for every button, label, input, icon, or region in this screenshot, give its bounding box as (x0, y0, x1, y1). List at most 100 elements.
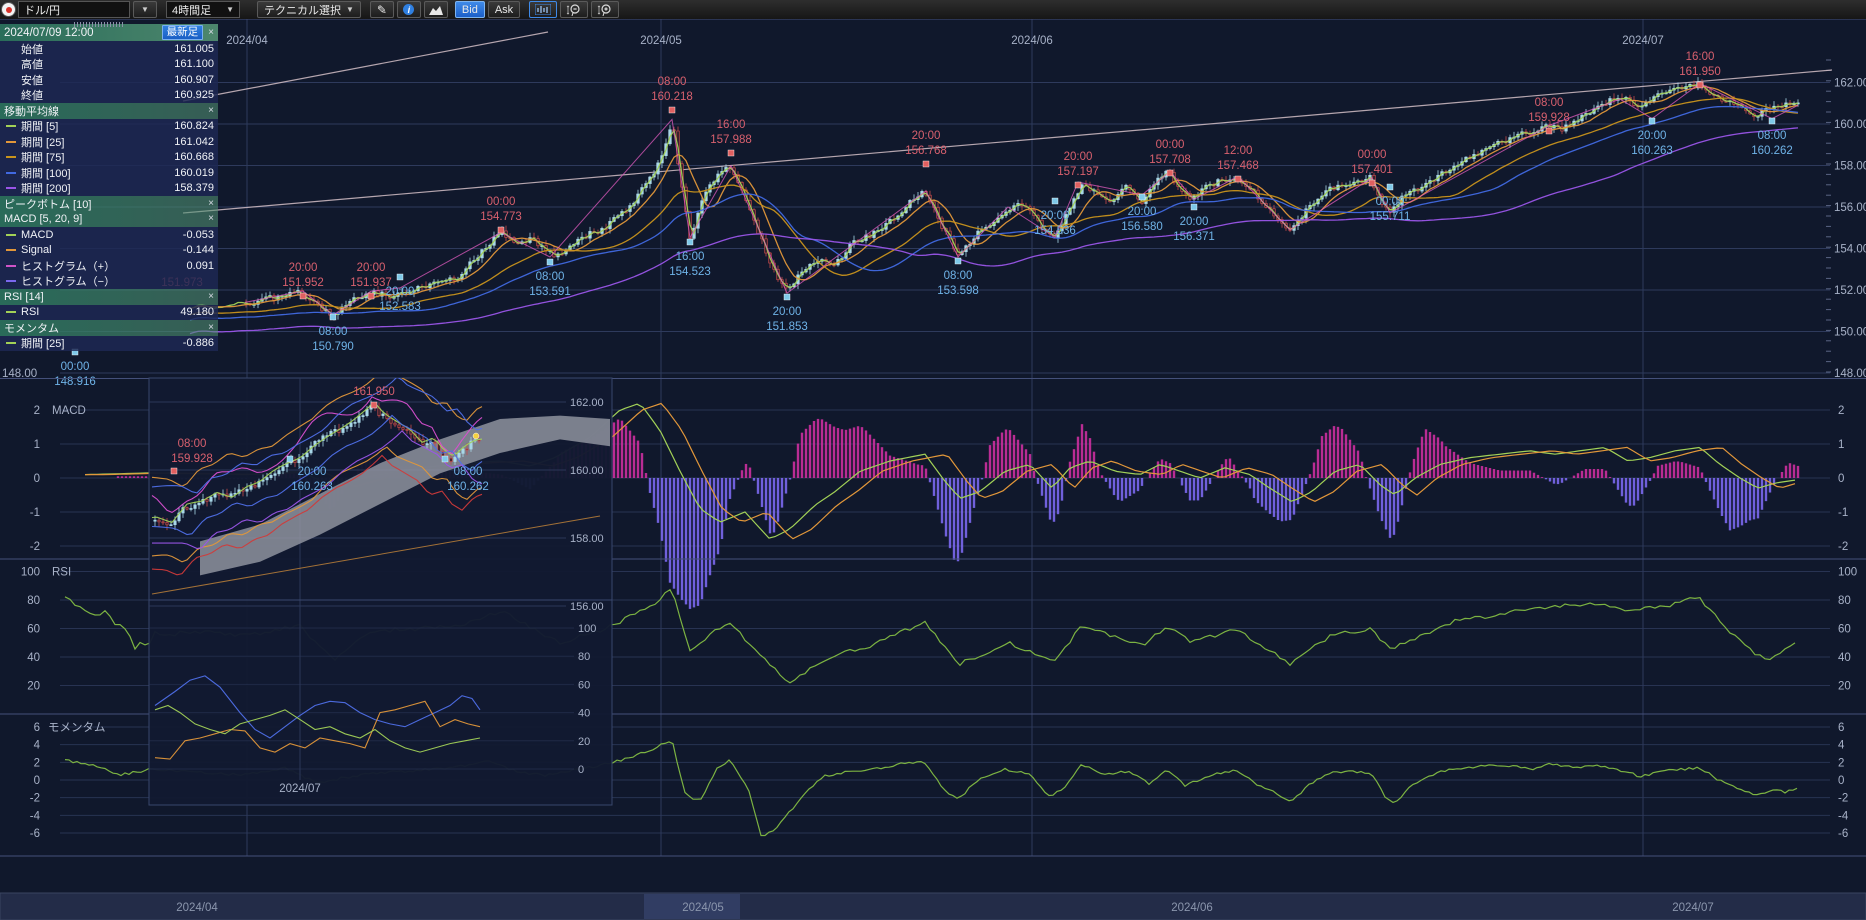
month-axis-label: 2024/07 (1622, 35, 1664, 47)
annotation-time: 20:00 (1128, 206, 1157, 218)
annotation-price: 157.197 (1057, 166, 1099, 178)
close-icon[interactable]: × (208, 323, 214, 333)
indicator-axis-label: 4 (34, 740, 41, 752)
zoom-in-button[interactable] (591, 1, 619, 18)
section-label: 移動平均線 (4, 103, 203, 119)
row-label: 始値 (21, 41, 174, 57)
series-color-icon (6, 249, 16, 251)
annotation-time: 08:00 (658, 76, 687, 88)
currency-pair-caret-button[interactable]: ▼ (133, 1, 157, 18)
indicator-axis-label: -1 (1838, 507, 1848, 519)
indicator-info-panel: 2024/07/09 12:00最新足×始値161.005高値161.100安値… (0, 24, 218, 351)
indicator-axis-label: 0 (1838, 473, 1844, 485)
annotation-price: 159.928 (1528, 112, 1570, 124)
indicator-axis-label: 20 (1838, 681, 1851, 693)
indicator-value-row: 期間 [5]160.824 (0, 119, 218, 135)
close-icon[interactable]: × (208, 199, 214, 209)
annotation-time: 20:00 (1064, 151, 1093, 163)
fit-chart-button[interactable] (529, 1, 557, 18)
series-color-icon (6, 311, 16, 313)
row-label: MACD (21, 229, 183, 241)
ask-button[interactable]: Ask (488, 1, 520, 18)
annotation-price: 160.218 (651, 91, 693, 103)
indicator-axis-label: -1 (30, 507, 40, 519)
bid-button[interactable]: Bid (455, 1, 485, 18)
candle-datetime: 2024/07/09 12:00 (4, 27, 158, 39)
row-label: ヒストグラム（+） (21, 258, 186, 274)
indicator-value-row: MACD-0.053 (0, 227, 218, 243)
chevron-down-icon: ▼ (226, 5, 234, 14)
ask-label: Ask (495, 4, 513, 16)
currency-pair-select[interactable]: ドル/円 (18, 1, 130, 18)
inset-chart-window[interactable]: 162.00160.00158.00156.001008060402002024… (149, 367, 612, 805)
annotation-price: 154.523 (669, 266, 711, 278)
technical-select-button[interactable]: テクニカル選択 ▼ (257, 1, 361, 18)
series-color-icon (6, 156, 16, 158)
swing-marker (923, 161, 929, 167)
row-label: 期間 [25] (21, 335, 183, 351)
swing-marker (728, 150, 734, 156)
indicator-value-row: Signal-0.144 (0, 243, 218, 259)
row-value: 0.091 (186, 260, 214, 272)
price-axis-label: 154.00 (1834, 244, 1866, 256)
inset-price-label: 156.00 (570, 601, 604, 613)
annotation-time: 08:00 (178, 438, 207, 450)
swing-marker (1649, 118, 1655, 124)
indicator-axis-label: -2 (1838, 793, 1848, 805)
swing-marker (368, 293, 374, 299)
close-icon[interactable]: × (208, 28, 214, 38)
annotation-price: 152.583 (379, 301, 421, 313)
timeframe-select[interactable]: 4時間足 ▼ (166, 1, 240, 18)
bottom-month-label: 2024/05 (682, 902, 724, 914)
chart-style-button[interactable] (424, 1, 448, 18)
annotation-price: 154.536 (1034, 225, 1076, 237)
series-color-icon (6, 342, 16, 344)
info-icon: i (403, 4, 414, 15)
panel-drag-handle[interactable] (74, 22, 124, 27)
swing-marker (1052, 198, 1058, 204)
annotation-price: 151.952 (282, 277, 324, 289)
indicator-axis-label: 2 (1838, 405, 1844, 417)
indicator-value-row: 期間 [75]160.668 (0, 150, 218, 166)
close-icon[interactable]: × (208, 214, 214, 224)
close-icon[interactable]: × (208, 106, 214, 116)
indicator-section-header: RSI [14]× (0, 289, 218, 305)
annotation-time: 16:00 (676, 251, 705, 263)
indicator-axis-label: 0 (34, 473, 40, 485)
indicator-value-row: ヒストグラム（+）0.091 (0, 258, 218, 274)
swing-marker (669, 107, 675, 113)
annotation-price: 157.401 (1351, 164, 1393, 176)
row-value: 160.668 (174, 151, 214, 163)
swing-marker (1167, 170, 1173, 176)
row-value: 158.379 (174, 182, 214, 194)
annotation-time: 20:00 (1180, 216, 1209, 228)
swing-marker (498, 227, 504, 233)
indicator-value-row: 終値160.925 (0, 88, 218, 104)
latest-candle-button[interactable]: 最新足 (162, 25, 204, 40)
inset-month-label: 2024/07 (279, 783, 321, 795)
indicator-axis-label: -4 (1838, 810, 1849, 822)
row-value: 161.042 (174, 136, 214, 148)
series-color-icon (6, 172, 16, 174)
annotation-price: 155.711 (1370, 211, 1411, 223)
indicator-section-header: MACD [5, 20, 9]× (0, 212, 218, 228)
annotation-price: 161.950 (1679, 66, 1721, 78)
row-value: 160.824 (174, 120, 214, 132)
indicator-axis-label: 40 (1838, 652, 1851, 664)
bar-fit-icon (535, 4, 551, 15)
current-price-dot (473, 433, 479, 439)
swing-marker (1697, 82, 1703, 88)
row-value: -0.144 (183, 244, 214, 256)
close-icon[interactable]: × (208, 292, 214, 302)
indicator-value-row: ヒストグラム（−） (0, 274, 218, 290)
indicator-value-row: 始値161.005 (0, 41, 218, 57)
zoom-out-button[interactable] (560, 1, 588, 18)
indicator-axis-label: 100 (21, 567, 40, 579)
row-label: 終値 (21, 87, 174, 103)
info-button[interactable]: i (397, 1, 421, 18)
bottom-time-strip[interactable]: 2024/042024/052024/062024/07 (0, 893, 1866, 920)
indicator-axis-label: 6 (1838, 722, 1844, 734)
annotation-time: 00:00 (1358, 149, 1387, 161)
annotation-price: 156.580 (1121, 221, 1163, 233)
draw-tool-button[interactable]: ✎ (370, 1, 394, 18)
